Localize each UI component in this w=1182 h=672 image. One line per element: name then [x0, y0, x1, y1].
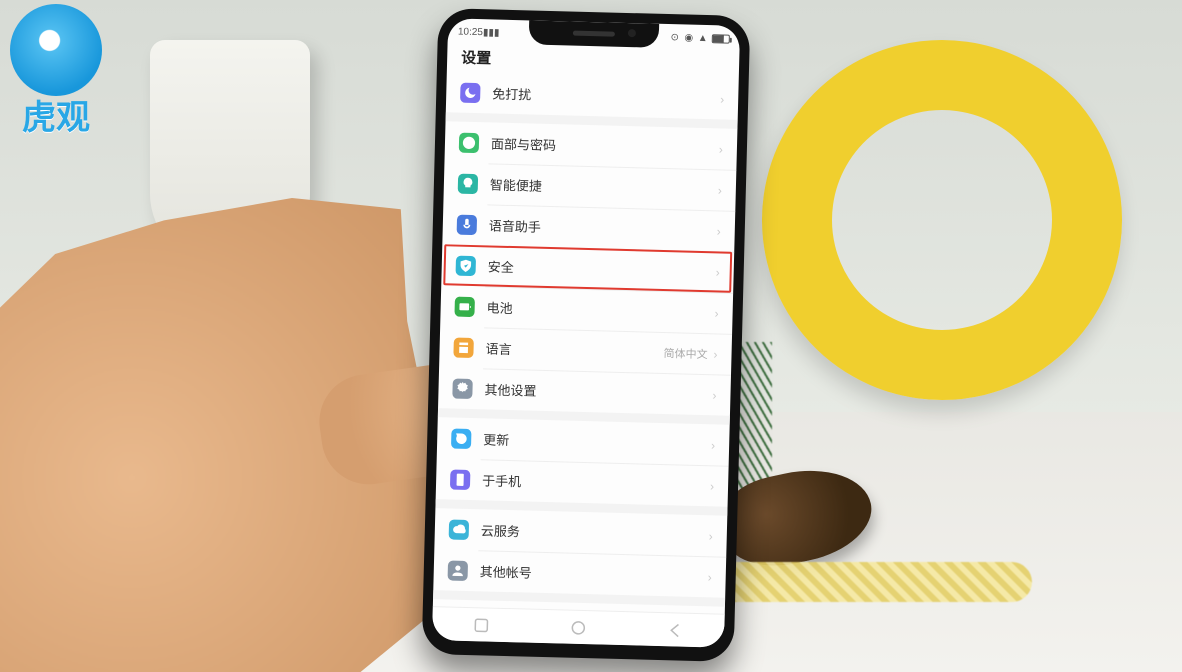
alarm-icon: ⊙ — [670, 32, 680, 43]
settings-list: 免打扰›面部与密码›智能便捷›语音助手›安全›电池›语言简体中文›其他设置›更新… — [432, 71, 739, 647]
watermark-logo-icon — [10, 4, 102, 96]
chevron-right-icon: › — [713, 347, 717, 361]
settings-row-label: 免打扰 — [492, 83, 720, 108]
battery-icon — [454, 296, 475, 317]
vibrate-icon: ◉ — [684, 32, 694, 43]
nav-home-button[interactable] — [569, 618, 587, 636]
settings-row-about[interactable]: 于手机› — [436, 458, 729, 507]
settings-row-label: 智能便捷 — [490, 174, 718, 199]
mic-icon — [457, 214, 478, 235]
settings-row-label: 云服务 — [481, 520, 709, 545]
phone-icon — [450, 469, 471, 490]
chevron-right-icon: › — [717, 224, 721, 238]
chevron-right-icon: › — [714, 306, 718, 320]
settings-row-label: 于手机 — [482, 470, 710, 495]
bulb-icon — [458, 173, 479, 194]
chevron-right-icon: › — [709, 529, 713, 543]
settings-row-label: 面部与密码 — [491, 133, 719, 158]
chevron-right-icon: › — [719, 142, 723, 156]
chevron-right-icon: › — [711, 438, 715, 452]
nav-back-button[interactable] — [666, 621, 684, 639]
settings-row-label: 语言 — [485, 338, 663, 362]
person-icon — [448, 560, 469, 581]
update-icon — [451, 428, 472, 449]
background-tinsel — [712, 562, 1032, 602]
nav-recent-button[interactable] — [472, 616, 490, 634]
battery-icon — [712, 34, 730, 43]
moon-icon — [460, 82, 481, 103]
face-icon — [459, 132, 480, 153]
settings-row-other[interactable]: 其他设置› — [438, 367, 731, 416]
display-notch — [529, 20, 660, 47]
phone-screen: 10:25 ▮▮▮ ⊙ ◉ ▲ 设置 免打扰›面部与密码›智能便捷›语音助手›安… — [432, 18, 740, 647]
watermark-text: 虎观 — [22, 90, 90, 139]
settings-row-label: 电池 — [486, 297, 714, 322]
cloud-icon — [449, 519, 470, 540]
watermark: 虎观 — [10, 4, 102, 139]
settings-row-value: 简体中文 — [663, 345, 707, 362]
status-time: 10:25 — [458, 26, 483, 38]
shield-icon — [456, 255, 477, 276]
phone-frame: 10:25 ▮▮▮ ⊙ ◉ ▲ 设置 免打扰›面部与密码›智能便捷›语音助手›安… — [422, 8, 751, 662]
settings-row-label: 其他帐号 — [480, 561, 708, 586]
settings-row-label: 更新 — [483, 429, 711, 454]
chevron-right-icon: › — [718, 183, 722, 197]
wifi-icon: ▲ — [698, 32, 708, 43]
chevron-right-icon: › — [716, 265, 720, 279]
android-nav-bar — [432, 606, 725, 648]
chevron-right-icon: › — [710, 479, 714, 493]
gear-icon — [452, 378, 473, 399]
chevron-right-icon: › — [712, 388, 716, 402]
settings-row-dnd[interactable]: 免打扰› — [446, 71, 739, 120]
settings-row-label: 安全 — [488, 256, 716, 281]
chevron-right-icon: › — [720, 92, 724, 106]
signal-icon: ▮▮▮ — [483, 27, 493, 38]
lang-icon — [453, 337, 474, 358]
settings-row-label: 其他设置 — [484, 379, 712, 404]
settings-row-label: 语音助手 — [489, 215, 717, 240]
chevron-right-icon: › — [708, 570, 712, 584]
settings-row-accounts[interactable]: 其他帐号› — [433, 549, 726, 598]
